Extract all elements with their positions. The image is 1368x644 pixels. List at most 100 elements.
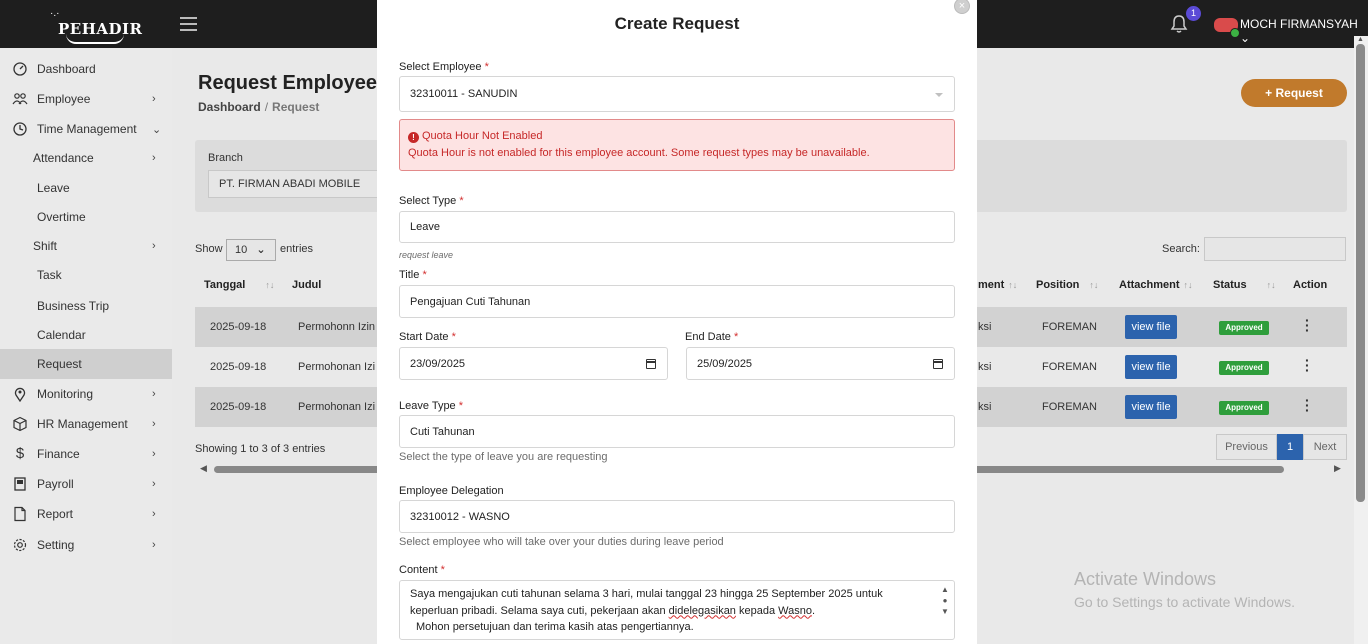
sidebar-item-shift[interactable]: Shift › xyxy=(0,231,172,261)
calendar-icon[interactable] xyxy=(646,359,656,369)
entries-select[interactable]: 10 ⌄ xyxy=(226,239,276,261)
menu-toggle-icon[interactable] xyxy=(180,17,197,35)
employee-select[interactable]: 32310011 - SANUDIN xyxy=(399,76,955,112)
field-label-text: Employee Delegation xyxy=(399,485,504,497)
pagination-page-1[interactable]: 1 xyxy=(1277,434,1303,460)
sidebar-item-request[interactable]: Request xyxy=(0,349,172,379)
notification-count-badge: 1 xyxy=(1186,6,1201,21)
table-info: Showing 1 to 3 of 3 entries xyxy=(195,443,326,455)
chevron-right-icon: › xyxy=(152,508,156,520)
modal-title: Create Request xyxy=(614,14,740,33)
view-file-button[interactable]: view file xyxy=(1125,355,1177,379)
sidebar: Dashboard Employee › Time Management ⌄ A… xyxy=(0,48,172,644)
field-label-text: End Date xyxy=(685,331,731,343)
sidebar-item-attendance[interactable]: Attendance › xyxy=(0,143,172,173)
view-file-button[interactable]: view file xyxy=(1125,315,1177,339)
pagination-next[interactable]: Next xyxy=(1303,434,1347,460)
content-label: Content * xyxy=(399,564,445,576)
end-date-label: End Date * xyxy=(685,331,738,343)
scroll-left-icon[interactable]: ◀ xyxy=(200,463,207,474)
scroll-right-icon[interactable]: ▶ xyxy=(1334,463,1341,474)
sidebar-item-calendar[interactable]: Calendar xyxy=(0,320,172,350)
brand-logo[interactable]: ·.· PEHADIR xyxy=(48,8,142,44)
required-mark: * xyxy=(733,331,739,343)
chevron-right-icon: › xyxy=(152,478,156,490)
user-menu[interactable]: MOCH FIRMANSYAH ⌄ xyxy=(1240,17,1368,45)
show-label: Show xyxy=(195,243,223,255)
chevron-right-icon: › xyxy=(152,240,156,252)
sidebar-item-setting[interactable]: Setting › xyxy=(0,530,172,560)
delegation-select[interactable]: 32310012 - WASNO xyxy=(399,500,955,533)
required-mark: * xyxy=(440,564,445,576)
sidebar-item-finance[interactable]: $ Finance › xyxy=(0,439,172,469)
column-header-position[interactable]: Position ↑↓ xyxy=(1036,279,1098,291)
sidebar-item-report[interactable]: Report › xyxy=(0,499,172,529)
content-text-misspelled: didelegasikan xyxy=(668,604,736,617)
page-scrollbar-thumb[interactable] xyxy=(1356,44,1365,502)
column-header-tanggal[interactable]: Tanggal ↑↓ xyxy=(204,279,274,291)
delegation-label: Employee Delegation xyxy=(399,485,504,497)
column-header-attachment[interactable]: Attachment ↑↓ xyxy=(1119,279,1193,291)
user-name-label: MOCH FIRMANSYAH xyxy=(1240,17,1358,31)
avatar[interactable] xyxy=(1214,18,1240,38)
sidebar-item-leave[interactable]: Leave xyxy=(0,173,172,203)
leave-type-select[interactable]: Cuti Tahunan xyxy=(399,415,955,448)
scroll-up-icon[interactable]: ▲ xyxy=(1357,36,1364,43)
chevron-right-icon: › xyxy=(152,448,156,460)
chevron-right-icon: › xyxy=(152,152,156,164)
content-line: keperluan pribadi. Selama saya cuti, pek… xyxy=(410,603,924,620)
search-input[interactable] xyxy=(1204,237,1346,261)
chevron-right-icon: › xyxy=(152,388,156,400)
sidebar-item-label: Finance xyxy=(37,447,80,461)
sidebar-item-monitoring[interactable]: Monitoring › xyxy=(0,379,172,409)
branch-select[interactable]: PT. FIRMAN ABADI MOBILE xyxy=(208,170,383,198)
column-header-label: Position xyxy=(1036,279,1080,291)
start-date-input[interactable]: 23/09/2025 xyxy=(399,347,668,380)
end-date-input[interactable]: 25/09/2025 xyxy=(686,347,955,380)
pagination-previous[interactable]: Previous xyxy=(1216,434,1277,460)
column-header-judul[interactable]: Judul xyxy=(292,279,321,291)
content-text: kepada xyxy=(735,604,779,617)
cell-department: ksi xyxy=(978,401,992,413)
status-badge: Approved xyxy=(1219,401,1269,415)
employee-label: Select Employee * xyxy=(399,61,489,73)
alert-title: ! Quota Hour Not Enabled xyxy=(408,130,542,143)
textarea-scrollbar[interactable]: ▲ ● ▼ xyxy=(940,584,950,617)
sort-icon: ↑↓ xyxy=(1089,280,1099,290)
add-request-button[interactable]: + Request xyxy=(1241,79,1347,107)
sidebar-item-dashboard[interactable]: Dashboard xyxy=(0,54,172,84)
chevron-down-icon: ⌄ xyxy=(152,123,162,136)
sidebar-item-overtime[interactable]: Overtime xyxy=(0,202,172,232)
type-select[interactable]: Leave xyxy=(399,211,955,243)
more-actions-icon[interactable]: · · · xyxy=(1305,313,1311,337)
sidebar-item-payroll[interactable]: Payroll › xyxy=(0,469,172,499)
bell-icon[interactable] xyxy=(1170,14,1188,34)
column-header-label: Judul xyxy=(292,279,322,291)
sidebar-item-label: Payroll xyxy=(37,477,74,491)
sidebar-item-employee[interactable]: Employee › xyxy=(0,84,172,114)
sidebar-item-hr-management[interactable]: HR Management › xyxy=(0,409,172,439)
column-header-label: Status xyxy=(1213,279,1247,291)
more-actions-icon[interactable]: · · · xyxy=(1305,353,1311,377)
title-input[interactable]: Pengajuan Cuti Tahunan xyxy=(399,285,955,318)
sidebar-item-label: Leave xyxy=(37,181,70,195)
sidebar-item-task[interactable]: Task xyxy=(0,260,172,290)
chevron-right-icon: › xyxy=(152,93,156,105)
calendar-icon[interactable] xyxy=(933,359,943,369)
column-header-department[interactable]: ment ↑↓ xyxy=(978,279,1017,291)
type-hint: request leave xyxy=(399,250,454,260)
sort-icon: ↑↓ xyxy=(265,280,275,290)
content-textarea[interactable]: Saya mengajukan cuti tahunan selama 3 ha… xyxy=(399,580,955,640)
column-header-status[interactable]: Status ↑↓ xyxy=(1213,279,1276,291)
close-icon[interactable]: × xyxy=(954,0,970,14)
view-file-button[interactable]: view file xyxy=(1125,395,1177,419)
more-actions-icon[interactable]: · · · xyxy=(1305,393,1311,417)
chevron-right-icon: › xyxy=(152,539,156,551)
document-icon xyxy=(14,506,26,522)
sidebar-item-time-management[interactable]: Time Management ⌄ xyxy=(0,114,172,144)
cell-tanggal: 2025-09-18 xyxy=(210,321,267,333)
sidebar-item-business-trip[interactable]: Business Trip xyxy=(0,291,172,321)
cell-judul: Permohonan Izi xyxy=(298,401,376,413)
breadcrumb-home[interactable]: Dashboard xyxy=(198,100,261,114)
status-badge: Approved xyxy=(1219,361,1269,375)
